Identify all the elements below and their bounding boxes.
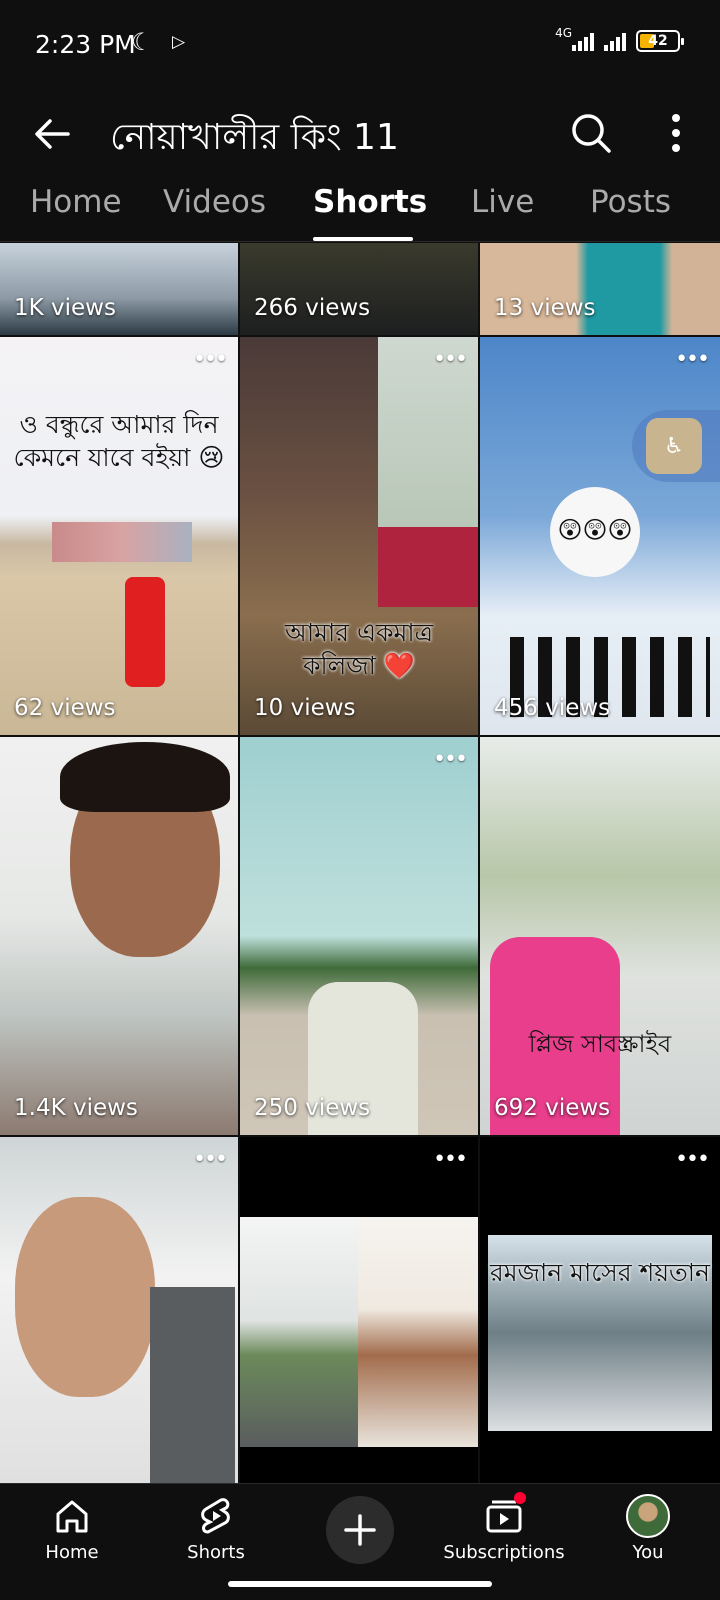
back-arrow-icon[interactable] (28, 110, 76, 158)
status-bar: 2:23 PM ☾ ▷ 4G 42 (0, 0, 720, 88)
short-menu-icon[interactable]: ••• (193, 347, 228, 372)
hair-shape (60, 742, 230, 812)
tab-posts[interactable]: Posts (590, 184, 671, 220)
nav-subscriptions-label: Subscriptions (443, 1542, 565, 1563)
create-button[interactable] (326, 1496, 394, 1564)
nav-home[interactable]: Home (2, 1494, 142, 1563)
person-shape (125, 577, 165, 687)
short-views: 266 views (254, 295, 371, 321)
short-views: 250 views (254, 1095, 371, 1121)
signal-icon (572, 31, 594, 51)
short-overlay-text: আমার একমাত্র কলিজা ❤️ (285, 618, 433, 680)
network-type: 4G (555, 26, 572, 40)
home-indicator (228, 1581, 492, 1587)
short-views: 10 views (254, 695, 356, 721)
accessibility-floating-button[interactable]: ♿ (632, 410, 720, 482)
face-shape (15, 1197, 155, 1397)
plus-icon (344, 1514, 376, 1546)
fridge-shape (150, 1287, 235, 1483)
short-views: 456 views (494, 695, 611, 721)
status-indicators: 4G 42 (555, 26, 684, 52)
do-not-disturb-icon: ☾ (131, 28, 153, 56)
short-views: 62 views (14, 695, 116, 721)
short-tile[interactable]: প্লিজ সাবস্ক্রাইব 692 views (480, 737, 720, 1135)
short-overlay-text: রমজান মাসের শয়তান (490, 1258, 710, 1287)
more-vert-icon[interactable] (656, 108, 696, 158)
short-views: 13 views (494, 295, 596, 321)
nav-shorts-label: Shorts (187, 1542, 245, 1563)
person-image (358, 1217, 478, 1447)
nav-you[interactable]: You (578, 1494, 718, 1563)
short-tile[interactable]: 1.4K views (0, 737, 238, 1135)
tab-live[interactable]: Live (471, 184, 534, 220)
short-tile[interactable]: ••• ও বন্ধুরে আমার দিন কেমনে যাবে বইয়া … (0, 337, 238, 735)
short-tile[interactable]: ••• 250 views (240, 737, 478, 1135)
tab-shorts[interactable]: Shorts (313, 184, 427, 220)
short-menu-icon[interactable]: ••• (433, 1147, 468, 1172)
battery-icon: 42 (636, 30, 684, 52)
tab-videos[interactable]: Videos (163, 184, 266, 220)
accessibility-icon: ♿ (646, 418, 702, 474)
short-views: 1K views (14, 295, 116, 321)
search-icon[interactable] (566, 108, 616, 158)
status-time: 2:23 PM (35, 30, 136, 59)
active-tab-indicator (313, 237, 413, 241)
short-tile[interactable]: 266 views (240, 243, 478, 335)
short-overlay-text: ও বন্ধুরে আমার দিন কেমনে যাবে বইয়া 😢 (13, 410, 225, 472)
nav-you-label: You (632, 1542, 664, 1563)
street-image (240, 1217, 358, 1447)
photo-inset-2 (378, 527, 478, 607)
short-tile[interactable]: ••• রমজান মাসের শয়তান (480, 1137, 720, 1483)
short-menu-icon[interactable]: ••• (193, 1147, 228, 1172)
notification-dot (514, 1492, 526, 1504)
nav-subscriptions[interactable]: Subscriptions (434, 1492, 574, 1563)
battery-level: 42 (648, 33, 668, 49)
signal-icon-2 (604, 31, 626, 51)
short-menu-icon[interactable]: ••• (675, 347, 710, 372)
short-tile[interactable]: ••• আমার একমাত্র কলিজা ❤️ 10 views (240, 337, 478, 735)
tab-home[interactable]: Home (30, 184, 122, 220)
play-notification-icon: ▷ (172, 32, 186, 52)
short-overlay-text: প্লিজ সাবস্ক্রাইব (528, 1030, 672, 1058)
short-tile[interactable]: ••• 😲😲😲 456 views (480, 337, 720, 735)
shorts-icon (201, 1498, 230, 1534)
nav-home-label: Home (45, 1542, 99, 1563)
short-overlay-text: 😲😲😲 (557, 516, 633, 544)
channel-header: নোয়াখালীর কিং 11 (0, 88, 720, 184)
short-tile[interactable]: 13 views (480, 243, 720, 335)
channel-title: নোয়াখালীর কিং 11 (110, 117, 399, 158)
short-views: 1.4K views (14, 1095, 138, 1121)
short-menu-icon[interactable]: ••• (433, 747, 468, 772)
short-tile[interactable]: ••• (0, 1137, 238, 1483)
short-tile[interactable]: 1K views (0, 243, 238, 335)
nav-shorts[interactable]: Shorts (146, 1494, 286, 1563)
shorts-grid: 1K views 266 views 13 views ••• ও বন্ধুর… (0, 243, 720, 1483)
building-shape (52, 522, 192, 562)
avatar (626, 1494, 670, 1538)
home-icon (56, 1500, 88, 1533)
short-tile[interactable]: ••• (240, 1137, 478, 1483)
short-menu-icon[interactable]: ••• (433, 347, 468, 372)
channel-tabs: Home Videos Shorts Live Posts (0, 176, 720, 242)
short-views: 692 views (494, 1095, 611, 1121)
short-menu-icon[interactable]: ••• (675, 1147, 710, 1172)
